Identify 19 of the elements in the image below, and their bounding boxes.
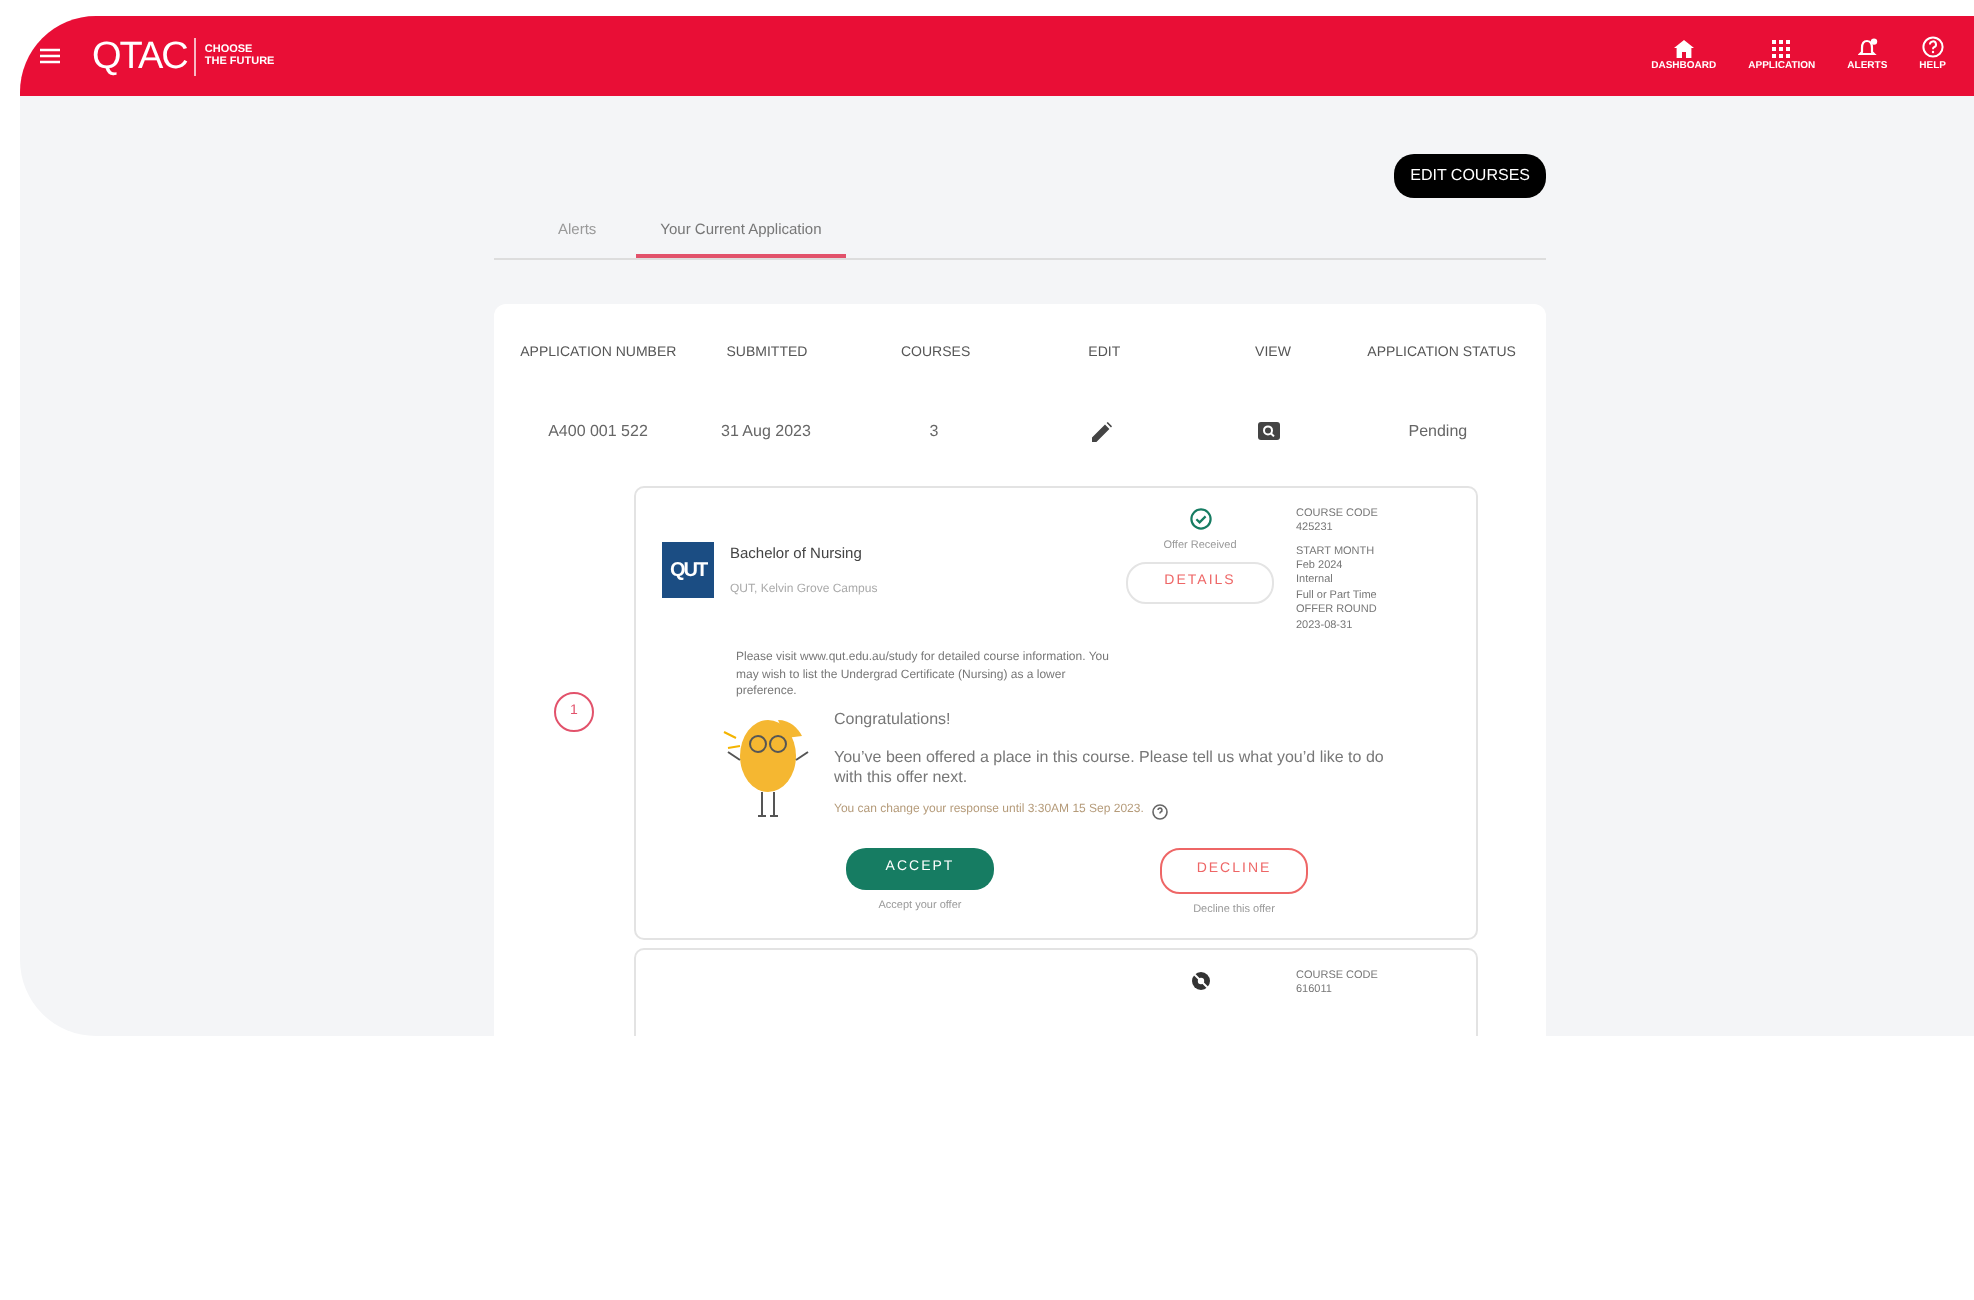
check-circle-icon xyxy=(1189,507,1211,530)
logo-text: QTAC xyxy=(92,37,197,75)
edit-courses-button[interactable]: EDIT COURSES xyxy=(1394,154,1546,198)
offer-message: You’ve been offered a place in this course. Please tell us what you’d like to do with this offer next. xyxy=(834,748,1386,787)
home-icon xyxy=(1673,40,1694,59)
bell-icon xyxy=(1857,38,1878,59)
table-cell: 3 xyxy=(929,419,939,444)
table-cell: Pending xyxy=(1408,419,1468,444)
eye-off-icon xyxy=(1189,970,1211,993)
search-icon[interactable] xyxy=(1258,422,1281,441)
help-icon[interactable] xyxy=(1151,803,1168,820)
offer-heading: Congratulations! xyxy=(834,708,953,733)
menu-icon[interactable] xyxy=(40,48,60,64)
institution-logo: QUT xyxy=(662,542,714,599)
table-cell: 31 Aug 2023 xyxy=(721,419,811,444)
table-cell: A400 001 522 xyxy=(548,419,648,444)
grid-icon xyxy=(1772,40,1791,59)
help-icon xyxy=(1921,36,1944,59)
pencil-icon[interactable] xyxy=(1091,421,1112,442)
